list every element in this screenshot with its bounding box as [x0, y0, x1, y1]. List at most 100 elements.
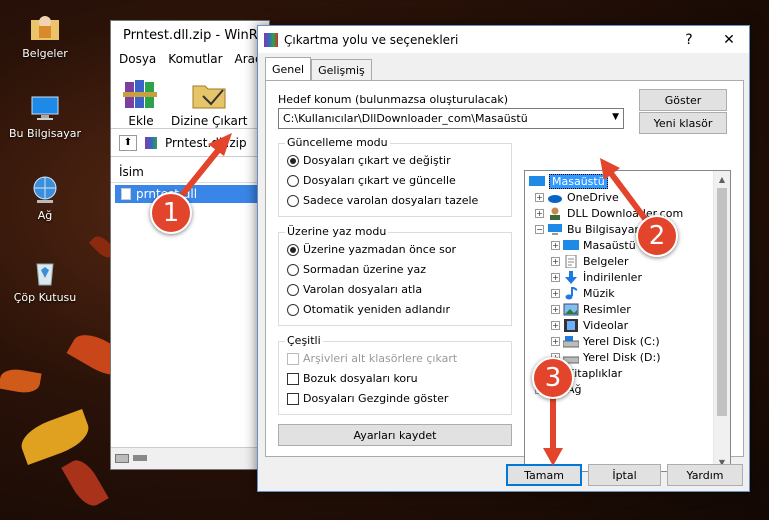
tree-node-label: Resimler — [583, 302, 631, 316]
tree-node-downloads[interactable]: + İndirilenler — [551, 269, 642, 285]
desktop-icon-documents[interactable]: Belgeler — [5, 12, 85, 60]
misc-group: Çeşitli Arşivleri alt klasörlere çıkart … — [278, 334, 512, 415]
extract-to-button[interactable]: Dizine Çıkart — [171, 76, 247, 128]
tree-node-label: Masaüstü — [583, 238, 636, 252]
tab-advanced[interactable]: Gelişmiş — [311, 59, 372, 80]
target-path-value: C:\Kullanıcılar\DllDownloader_com\Masaüs… — [283, 112, 528, 125]
tab-general[interactable]: Genel — [265, 57, 312, 80]
radio-button-selected[interactable] — [287, 243, 299, 256]
help-button[interactable]: Yardım — [667, 464, 743, 486]
file-row[interactable]: prntest.dll — [115, 185, 265, 203]
collapse-icon[interactable]: − — [535, 224, 544, 234]
radio-button[interactable] — [287, 263, 299, 276]
cloud-icon — [547, 191, 563, 204]
option-label: Varolan dosyaları atla — [303, 283, 423, 296]
scrollbar-thumb[interactable] — [717, 188, 727, 416]
tree-node-pc-desktop[interactable]: + Masaüstü — [551, 237, 636, 253]
radio-button-selected[interactable] — [287, 154, 299, 167]
tree-node-local-disk-c[interactable]: + Yerel Disk (C:) — [551, 333, 660, 349]
desktop-icon-network[interactable]: Ağ — [5, 174, 85, 222]
desktop-icon-recycle-bin[interactable]: Çöp Kutusu — [5, 256, 85, 304]
folder-tree[interactable]: Masaüstü + OneDrive + DLL Downloader.com… — [524, 170, 731, 472]
desktop-icon-label: Belgeler — [22, 47, 68, 60]
winrar-toolbar: Ekle Dizine Çıkart — [111, 69, 269, 129]
radio-button[interactable] — [287, 303, 299, 316]
radio-button[interactable] — [287, 174, 299, 187]
column-header-name[interactable]: İsim — [111, 161, 269, 183]
save-settings-button[interactable]: Ayarları kaydet — [278, 424, 512, 446]
expand-icon[interactable]: + — [551, 240, 560, 250]
desktop-icon — [529, 175, 545, 188]
add-button[interactable]: Ekle — [121, 76, 161, 128]
expand-icon[interactable]: + — [551, 336, 560, 346]
user-icon — [547, 207, 563, 220]
radio-button[interactable] — [287, 283, 299, 296]
tree-node-desktop[interactable]: Masaüstü — [529, 173, 608, 189]
network-globe-icon — [29, 174, 61, 206]
winrar-menubar: Dosya Komutlar Araçlar — [111, 49, 277, 69]
folder-extract-icon — [189, 76, 229, 112]
radio-rename-automatically[interactable]: Otomatik yeniden adlandır — [287, 303, 450, 316]
target-path-combo[interactable]: C:\Kullanıcılar\DllDownloader_com\Masaüs… — [278, 108, 624, 129]
expand-icon[interactable]: + — [551, 304, 560, 314]
radio-button[interactable] — [287, 194, 299, 207]
radio-skip-existing[interactable]: Varolan dosyaları atla — [287, 283, 422, 296]
help-title-button[interactable]: ? — [669, 26, 709, 53]
archive-small-icon — [145, 136, 157, 149]
checkbox[interactable] — [287, 372, 299, 385]
document-icon — [563, 254, 579, 268]
radio-extract-replace[interactable]: Dosyaları çıkart ve değiştir — [287, 154, 451, 167]
show-button[interactable]: Göster — [639, 89, 727, 111]
tree-node-pictures[interactable]: + Resimler — [551, 301, 631, 317]
radio-ask-before-overwrite[interactable]: Üzerine yazmadan önce sor — [287, 243, 456, 256]
tree-scrollbar[interactable]: ▲ ▼ — [713, 171, 730, 471]
new-folder-button[interactable]: Yeni klasör — [639, 112, 727, 134]
general-tab-panel: Hedef konum (bulunmazsa oluşturulacak) C… — [265, 80, 744, 472]
expand-icon[interactable]: + — [551, 256, 560, 266]
tree-node-documents[interactable]: + Belgeler — [551, 253, 628, 269]
menu-file[interactable]: Dosya — [119, 52, 156, 66]
ok-button[interactable]: Tamam — [506, 464, 582, 486]
radio-extract-update[interactable]: Dosyaları çıkart ve güncelle — [287, 174, 456, 187]
expand-icon[interactable]: + — [535, 208, 544, 218]
music-note-icon — [563, 285, 579, 300]
tree-node-label: Masaüstü — [549, 173, 608, 189]
download-arrow-icon — [563, 270, 579, 284]
step-marker-1: 1 — [150, 192, 192, 234]
option-label: Arşivleri alt klasörlere çıkart — [303, 352, 458, 365]
option-label: Dosyaları çıkart ve değiştir — [303, 154, 451, 167]
step-marker-2: 2 — [636, 215, 678, 257]
expand-icon[interactable]: + — [551, 320, 560, 330]
close-button[interactable]: ✕ — [709, 26, 749, 53]
radio-freshen-existing[interactable]: Sadece varolan dosyaları tazele — [287, 194, 478, 207]
expand-icon[interactable]: + — [535, 192, 544, 202]
desktop-icon-label: Çöp Kutusu — [13, 291, 77, 304]
checkbox[interactable] — [287, 392, 299, 405]
radio-overwrite-without-prompt[interactable]: Sormadan üzerine yaz — [287, 263, 426, 276]
option-label: Sormadan üzerine yaz — [303, 263, 427, 276]
tree-node-videos[interactable]: + Videolar — [551, 317, 628, 333]
drive-icon — [115, 454, 129, 463]
scroll-up-icon[interactable]: ▲ — [714, 171, 730, 188]
desktop-icon-this-pc[interactable]: Bu Bilgisayar — [5, 92, 85, 140]
tree-node-this-pc[interactable]: − Bu Bilgisayar — [535, 221, 639, 237]
expand-icon[interactable]: + — [551, 288, 560, 298]
tree-node-label: Belgeler — [583, 254, 629, 268]
computer-icon — [29, 92, 61, 124]
tree-node-onedrive[interactable]: + OneDrive — [535, 189, 619, 205]
tree-node-label: İndirilenler — [583, 270, 642, 284]
check-keep-broken-files[interactable]: Bozuk dosyaları koru — [287, 372, 418, 385]
winrar-titlebar: Prntest.dll.zip - WinRAR — [111, 21, 269, 49]
tree-node-music[interactable]: + Müzik — [551, 285, 615, 301]
check-show-in-explorer[interactable]: Dosyaları Gezginde göster — [287, 392, 448, 405]
menu-commands[interactable]: Komutlar — [168, 52, 222, 66]
desktop-icon-label: Ağ — [37, 209, 53, 222]
key-icon — [133, 455, 147, 461]
expand-icon[interactable]: + — [551, 272, 560, 282]
cancel-button[interactable]: İptal — [588, 464, 661, 486]
leaf-decoration — [61, 454, 109, 512]
target-path-label: Hedef konum (bulunmazsa oluşturulacak) — [278, 93, 508, 106]
chevron-down-icon[interactable]: ▼ — [612, 112, 619, 122]
winrar-statusbar — [111, 447, 269, 469]
up-folder-icon[interactable]: ⬆ — [119, 134, 137, 151]
